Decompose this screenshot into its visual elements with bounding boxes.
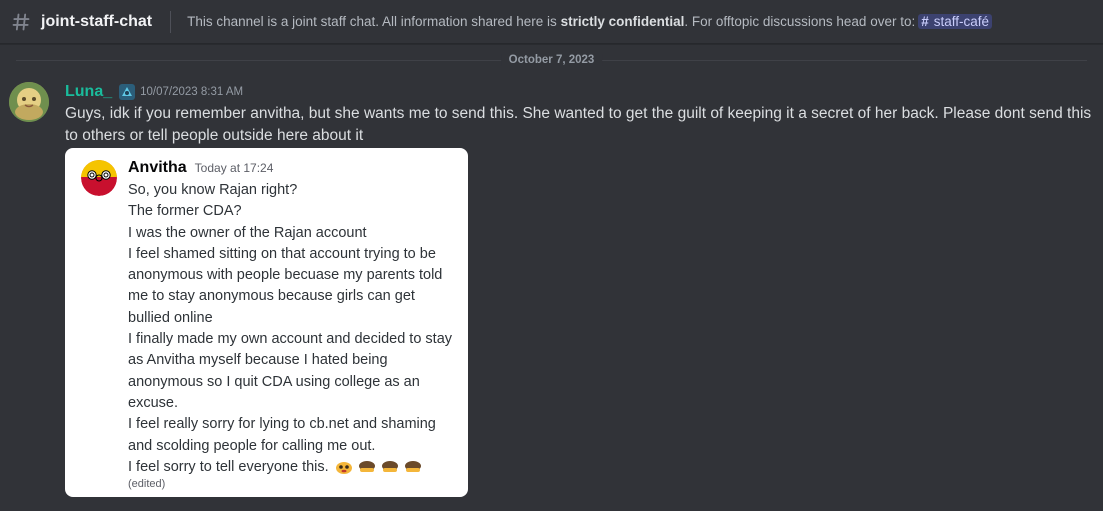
message-author[interactable]: Luna_: [65, 83, 112, 101]
embed-line: So, you know Rajan right?: [128, 182, 298, 198]
countryball-avatar-icon: [81, 160, 117, 196]
embed-line: I was the owner of the Rajan account: [128, 224, 367, 241]
embed-author: Anvitha: [128, 159, 187, 176]
role-badge-icon[interactable]: [118, 83, 136, 101]
message-content: Guys, idk if you remember anvitha, but s…: [65, 105, 1092, 144]
avatar-image: [9, 82, 49, 122]
embed-avatar: [81, 160, 117, 196]
message-attachment-image[interactable]: Anvitha Today at 17:24 So, you know Raja…: [65, 148, 468, 497]
embed-line: me to stay anonymous because girls can g…: [128, 288, 415, 305]
embed-header: Anvitha Today at 17:24: [128, 159, 273, 177]
channel-topic: This channel is a joint staff chat. All …: [187, 14, 993, 29]
embed-message-body: So, you know Rajan right? The former CDA…: [128, 180, 458, 478]
embed-line: I feel really sorry for lying to cb.net …: [128, 416, 436, 433]
topic-bold-text: strictly confidential: [560, 14, 685, 29]
embed-line: anonymous with people becuase my parents…: [128, 267, 443, 284]
mention-hash-icon: #: [921, 14, 929, 29]
pleading-face-emoji-icon: [335, 462, 352, 475]
header-divider: [170, 10, 172, 33]
embed-line: I finally made my own account and decide…: [128, 331, 453, 348]
embed-line: I feel shamed sitting on that account tr…: [128, 245, 436, 262]
embed-last-line: I feel sorry to tell everyone this.: [128, 457, 458, 478]
bowing-face-emoji-icon: [381, 461, 398, 473]
emoji-row: [335, 460, 427, 475]
mention-channel-name: staff-café: [933, 14, 990, 29]
edited-label: (edited): [128, 478, 166, 490]
topic-text-start: This channel is a joint staff chat. All …: [187, 14, 561, 29]
embed-line: I feel sorry to tell everyone this.: [128, 458, 329, 475]
embed-line: bullied online: [128, 309, 213, 326]
embed-line: excuse.: [128, 394, 178, 411]
embed-timestamp: Today at 17:24: [194, 161, 274, 175]
message-timestamp: 10/07/2023 8:31 AM: [140, 86, 244, 98]
channel-header: joint-staff-chat This channel is a joint…: [0, 0, 1103, 44]
embed-line: as Anvitha myself because I hated being: [128, 352, 388, 369]
embed-line: The former CDA?: [128, 203, 242, 220]
topic-text-end: . For offtopic discussions head over to:: [684, 14, 916, 29]
channel-mention-staff-cafe[interactable]: # staff-café: [918, 14, 993, 29]
channel-name: joint-staff-chat: [41, 12, 153, 30]
date-divider-label: October 7, 2023: [500, 54, 603, 66]
avatar[interactable]: [9, 82, 49, 122]
embed-line: anonymous so I quit CDA using college as…: [128, 373, 420, 390]
message-header: Luna_ 10/07/2023 8:31 AM: [65, 83, 243, 101]
bowing-face-emoji-icon: [358, 461, 375, 473]
embed-line: and scolding people for calling me out.: [128, 437, 376, 454]
hash-icon: [12, 13, 30, 30]
bowing-face-emoji-icon: [404, 461, 421, 473]
